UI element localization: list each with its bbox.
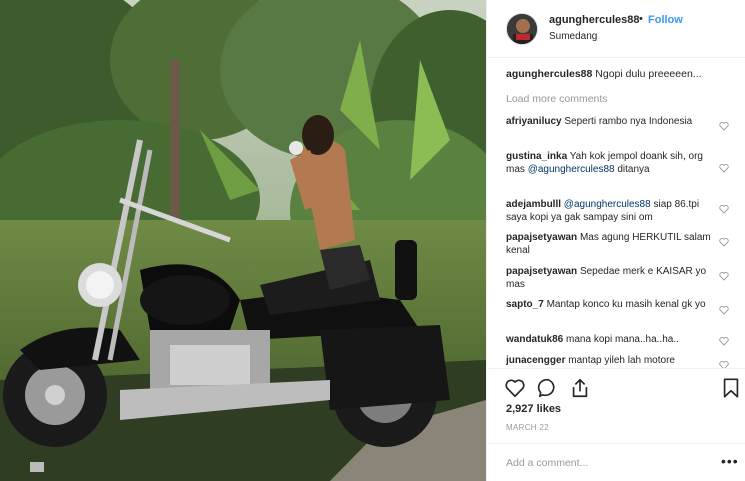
comment-item: wandatuk86 mana kopi mana..ha..ha..: [506, 333, 716, 346]
comment-item: gustina_inka Yah kok jempol doank sih, o…: [506, 150, 716, 176]
load-more-comments-button[interactable]: Load more comments: [506, 93, 608, 105]
comment-mention[interactable]: @agunghercules88: [564, 199, 651, 210]
comment-text: Seperti rambo nya Indonesia: [564, 116, 693, 127]
comment-item: papajsetyawan Mas agung HERKUTIL salam k…: [506, 231, 716, 257]
comment-text: mana kopi mana..ha..ha..: [566, 334, 679, 345]
caption-username[interactable]: agunghercules88: [506, 68, 592, 80]
likes-count[interactable]: 2,927 likes: [506, 403, 561, 415]
comment-text: mantap yileh lah motore: [568, 355, 675, 366]
separator-dot: •: [639, 13, 643, 25]
comment-username[interactable]: gustina_inka: [506, 151, 567, 162]
comment-mention[interactable]: @agunghercules88: [528, 164, 615, 175]
follow-button[interactable]: Follow: [648, 14, 683, 26]
comment-like-heart-icon[interactable]: [719, 305, 729, 315]
bookmark-icon[interactable]: [720, 377, 742, 399]
post-side-panel: agunghercules88 • Follow Sumedang agungh…: [486, 0, 745, 481]
post-caption: agunghercules88 Ngopi dulu preeeeen...: [506, 68, 732, 80]
post-image: [0, 0, 486, 481]
comment-like-heart-icon[interactable]: [719, 360, 729, 368]
comment-username[interactable]: papajsetyawan: [506, 232, 577, 243]
comment-like-heart-icon[interactable]: [719, 163, 729, 173]
comment-username[interactable]: afriyanilucy: [506, 116, 562, 127]
post-date: MARCH 22: [506, 423, 549, 432]
post-author-username[interactable]: agunghercules88: [549, 14, 639, 26]
post-photo[interactable]: [0, 0, 486, 481]
caption-text: Ngopi dulu preeeeen...: [595, 68, 702, 80]
comment-item: adejambulll @agunghercules88 siap 86.tpi…: [506, 198, 716, 224]
comment-username[interactable]: junacengger: [506, 355, 565, 366]
comment-input[interactable]: [506, 455, 706, 471]
comment-like-heart-icon[interactable]: [719, 204, 729, 214]
avatar[interactable]: [506, 13, 538, 45]
comment-item: papajsetyawan Sepedae merk e KAISAR yo m…: [506, 265, 716, 291]
share-icon[interactable]: [569, 377, 591, 399]
comments-list[interactable]: agunghercules88 Ngopi dulu preeeeen... L…: [506, 68, 732, 368]
comment-username[interactable]: wandatuk86: [506, 334, 563, 345]
comment-like-heart-icon[interactable]: [719, 237, 729, 247]
post-header: agunghercules88 • Follow Sumedang: [487, 0, 745, 58]
more-options-icon[interactable]: •••: [721, 453, 739, 469]
post-location[interactable]: Sumedang: [549, 31, 597, 42]
comment-item: junacengger mantap yileh lah motore: [506, 354, 716, 367]
comment-username[interactable]: adejambulll: [506, 199, 561, 210]
comment-like-heart-icon[interactable]: [719, 271, 729, 281]
speech-bubble-icon[interactable]: [537, 377, 559, 399]
comment-username[interactable]: sapto_7: [506, 299, 544, 310]
comment-text: Mantap konco ku masih kenal gk yo: [546, 299, 706, 310]
post-actions-bar: [487, 368, 745, 402]
comment-username[interactable]: papajsetyawan: [506, 266, 577, 277]
comment-like-heart-icon[interactable]: [719, 121, 729, 131]
comment-item: sapto_7 Mantap konco ku masih kenal gk y…: [506, 298, 716, 311]
comment-text-after: ditanya: [617, 164, 650, 175]
comment-item: afriyanilucy Seperti rambo nya Indonesia: [506, 115, 716, 128]
add-comment-bar: •••: [487, 443, 745, 481]
comment-like-heart-icon[interactable]: [719, 336, 729, 346]
heart-icon[interactable]: [504, 377, 526, 399]
